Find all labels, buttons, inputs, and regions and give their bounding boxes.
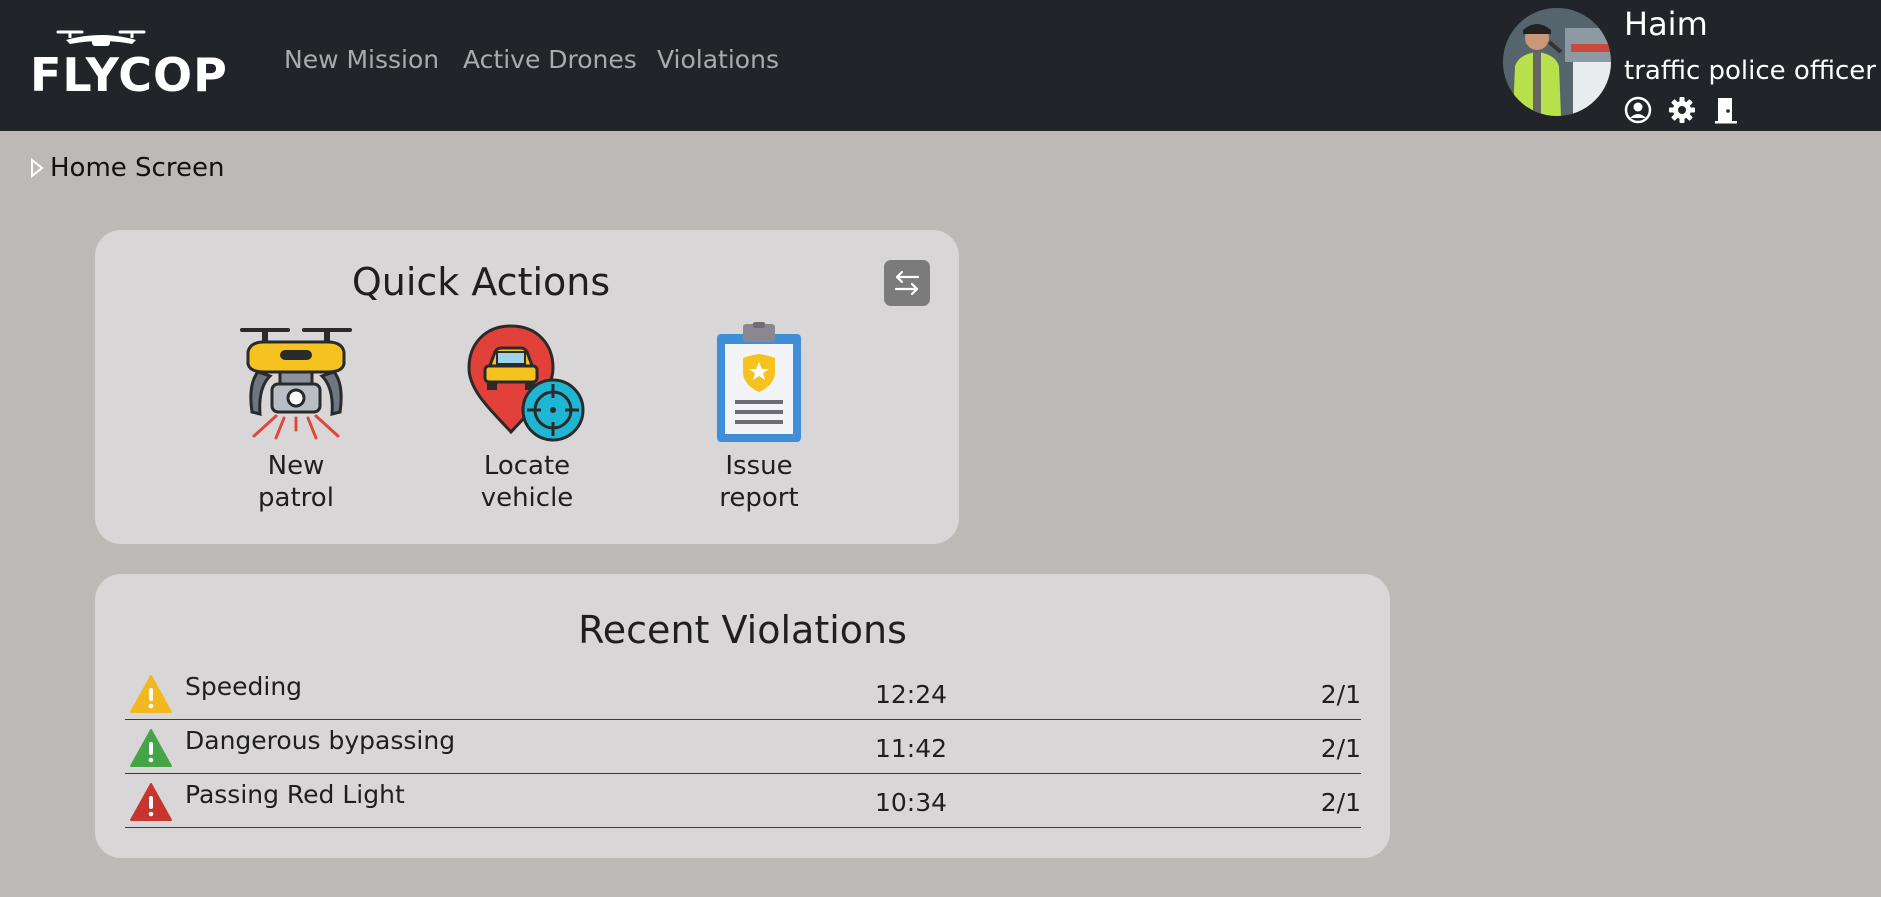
new-patrol-label-line1: New — [267, 451, 325, 481]
violation-time: 11:42 — [875, 734, 948, 763]
violation-time: 12:24 — [875, 680, 948, 709]
recent-violations-card: Recent Violations Speeding 12:24 2/1 Dan… — [95, 574, 1390, 858]
action-new-patrol[interactable]: New patrol — [216, 322, 376, 514]
breadcrumb: Home Screen — [30, 153, 224, 183]
nav-active-drones[interactable]: Active Drones — [463, 45, 637, 74]
violation-date: 2/1 — [1320, 788, 1361, 817]
locate-vehicle-label-line2: vehicle — [480, 483, 574, 513]
nav-violations[interactable]: Violations — [657, 45, 779, 74]
gear-icon[interactable] — [1668, 96, 1696, 124]
violation-type: Passing Red Light — [185, 780, 405, 809]
play-arrow-icon — [31, 158, 44, 178]
issue-report-label-line1: Issue — [725, 451, 793, 481]
action-locate-vehicle[interactable]: Locate vehicle — [447, 322, 607, 514]
violation-time: 10:34 — [875, 788, 948, 817]
user-role: traffic police officer — [1624, 56, 1876, 86]
warning-green-icon — [130, 729, 172, 767]
flycop-logo[interactable]: FLYCOP — [30, 26, 235, 102]
violation-row[interactable]: Passing Red Light 10:34 2/1 — [125, 774, 1361, 828]
violation-row[interactable]: Dangerous bypassing 11:42 2/1 — [125, 720, 1361, 774]
action-issue-report[interactable]: Issue report — [679, 322, 839, 514]
violation-date: 2/1 — [1320, 734, 1361, 763]
locate-vehicle-label-line1: Locate — [483, 451, 571, 481]
recent-violations-title: Recent Violations — [578, 608, 907, 652]
top-navbar: FLYCOP New Mission Active Drones Violati… — [0, 0, 1881, 131]
clipboard-report-icon — [717, 322, 801, 442]
violation-date: 2/1 — [1320, 680, 1361, 709]
quick-actions-card: Quick Actions New patrol Locate vehicle … — [95, 230, 959, 544]
warning-yellow-icon — [130, 675, 172, 713]
swap-button[interactable] — [884, 260, 930, 306]
new-patrol-label-line2: patrol — [258, 483, 334, 513]
logo-wordmark: FLYCOP — [30, 48, 228, 102]
user-actions — [1624, 96, 1740, 124]
quick-actions-title: Quick Actions — [351, 260, 611, 304]
warning-red-icon — [130, 783, 172, 821]
officer-photo-icon — [1503, 8, 1611, 116]
drone-icon — [240, 328, 352, 440]
swap-arrows-icon — [894, 270, 920, 296]
nav-new-mission[interactable]: New Mission — [284, 45, 439, 74]
user-name: Haim — [1624, 5, 1708, 43]
issue-report-label-line2: report — [719, 483, 799, 513]
user-avatar[interactable] — [1503, 8, 1611, 116]
drone-logo-icon — [56, 30, 146, 46]
door-exit-icon[interactable] — [1712, 96, 1740, 124]
violation-type: Dangerous bypassing — [185, 726, 456, 755]
locate-vehicle-icon — [467, 324, 585, 442]
breadcrumb-current: Home Screen — [50, 153, 225, 183]
violation-type: Speeding — [185, 672, 303, 701]
user-circle-icon[interactable] — [1624, 96, 1652, 124]
violation-row[interactable]: Speeding 12:24 2/1 — [125, 666, 1361, 720]
